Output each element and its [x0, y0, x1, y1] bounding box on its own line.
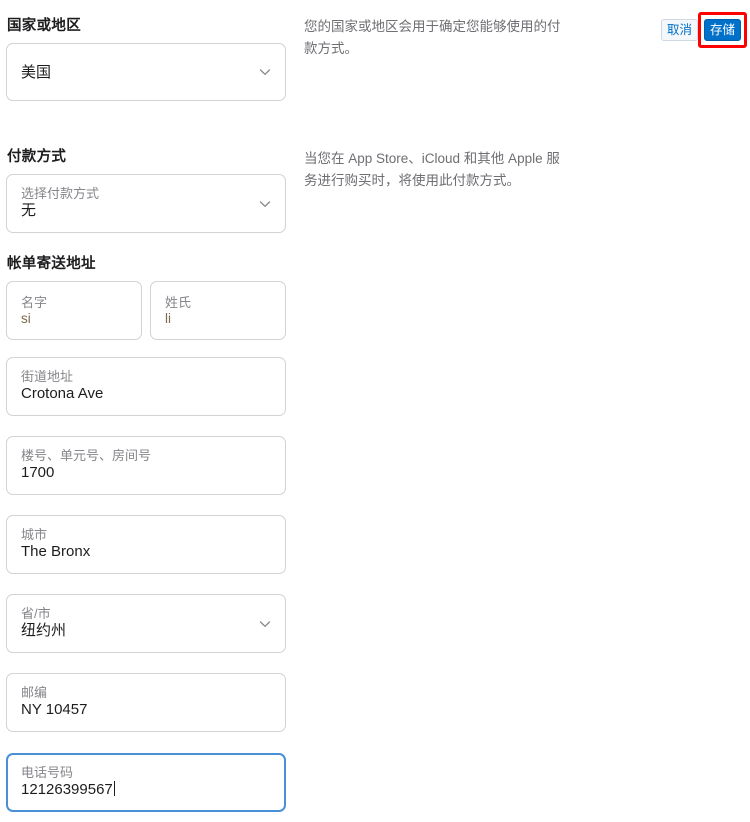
- zip-code-value: NY 10457: [21, 701, 88, 718]
- state-value: 纽约州: [21, 622, 67, 639]
- street-address-value: Crotona Ave: [21, 385, 104, 402]
- payment-method-value: 无: [21, 202, 37, 219]
- last-name-value: li: [165, 311, 171, 326]
- street-address-placeholder: 街道地址: [21, 369, 74, 384]
- city-placeholder: 城市: [21, 527, 48, 542]
- billing-section-label: 帐单寄送地址: [7, 256, 96, 272]
- phone-number-field[interactable]: 电话号码 12126399567: [6, 753, 286, 812]
- payment-method-select[interactable]: 选择付款方式 无: [6, 174, 286, 233]
- save-button-highlight-wrapper: 存储: [697, 12, 747, 48]
- country-help-text: 您的国家或地区会用于确定您能够使用的付款方式。: [304, 19, 561, 56]
- city-value: The Bronx: [21, 543, 91, 560]
- cancel-button[interactable]: 取消: [660, 19, 698, 41]
- state-select[interactable]: 省/市 纽约州: [6, 594, 286, 653]
- last-name-field[interactable]: 姓氏 li: [150, 281, 286, 340]
- apt-number-value: 1700: [21, 464, 55, 481]
- form-actions: 取消 存储: [660, 12, 747, 48]
- phone-number-placeholder: 电话号码: [21, 765, 74, 780]
- first-name-value: si: [21, 311, 31, 326]
- state-placeholder: 省/市: [21, 606, 51, 621]
- street-address-field[interactable]: 街道地址 Crotona Ave: [6, 357, 286, 416]
- country-section-label: 国家或地区: [7, 18, 81, 34]
- phone-number-value: 12126399567: [21, 781, 271, 799]
- first-name-placeholder: 名字: [21, 295, 48, 310]
- name-row: 名字 si 姓氏 li: [6, 281, 286, 350]
- last-name-placeholder: 姓氏: [165, 295, 192, 310]
- form-column: 国家或地区 美国 付款方式 选择付款方式 无 帐单寄送地址 名字 si 姓氏 l…: [6, 0, 286, 822]
- zip-code-placeholder: 邮编: [21, 685, 48, 700]
- apt-number-placeholder: 楼号、单元号、房间号: [21, 448, 152, 463]
- first-name-field[interactable]: 名字 si: [6, 281, 142, 340]
- payment-method-placeholder: 选择付款方式: [21, 186, 100, 201]
- apt-number-field[interactable]: 楼号、单元号、房间号 1700: [6, 436, 286, 495]
- country-select-value: 美国: [21, 64, 52, 81]
- country-select[interactable]: 美国: [6, 43, 286, 101]
- payment-help-text: 当您在 App Store、iCloud 和其他 Apple 服务进行购买时，将…: [304, 151, 560, 188]
- payment-section-label: 付款方式: [7, 149, 67, 165]
- zip-code-field[interactable]: 邮编 NY 10457: [6, 673, 286, 732]
- billing-settings-page: 取消 存储 您的国家或地区会用于确定您能够使用的付款方式。 当您在 App St…: [0, 0, 750, 812]
- city-field[interactable]: 城市 The Bronx: [6, 515, 286, 574]
- save-button[interactable]: 存储: [703, 19, 741, 41]
